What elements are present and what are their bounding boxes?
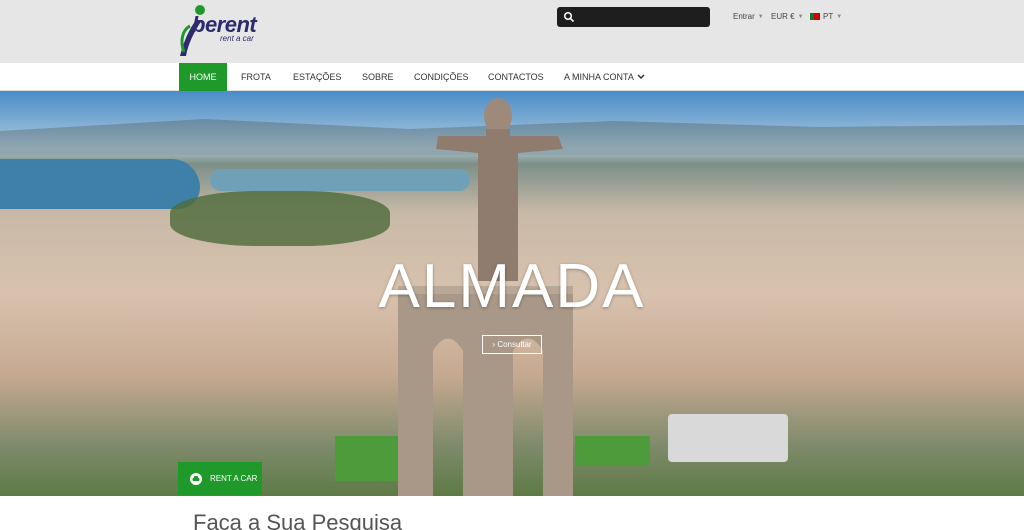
- language-dropdown[interactable]: PT ▼: [810, 12, 842, 21]
- chevron-right-icon: ›: [492, 340, 496, 349]
- language-label: PT: [823, 12, 834, 21]
- chevron-down-icon: [637, 74, 645, 80]
- login-dropdown[interactable]: Entrar ▼: [733, 12, 764, 21]
- consultar-label: Consultar: [497, 340, 532, 349]
- nav-item-frota[interactable]: FROTA: [241, 63, 271, 91]
- logo-tagline: rent a car: [220, 34, 254, 43]
- football-field: [575, 436, 650, 466]
- car-icon: [190, 472, 202, 485]
- search-input[interactable]: [579, 9, 704, 25]
- nav-item-estacoes[interactable]: ESTAÇÕES: [293, 63, 341, 91]
- currency-label: EUR €: [771, 12, 795, 21]
- nav-item-contactos[interactable]: CONTACTOS: [488, 63, 544, 91]
- park-area: [170, 191, 390, 246]
- consultar-button[interactable]: › Consultar: [482, 335, 542, 354]
- nav-item-label: A MINHA CONTA: [564, 72, 634, 82]
- login-label: Entrar: [733, 12, 755, 21]
- nav-item-sobre[interactable]: SOBRE: [362, 63, 394, 91]
- hero-banner: ALMADA › Consultar RENT A CAR: [0, 91, 1024, 496]
- search-section-title: Faça a Sua Pesquisa: [193, 510, 403, 530]
- nav-item-condicoes[interactable]: CONDIÇÕES: [414, 63, 469, 91]
- nav-item-minha-conta[interactable]: A MINHA CONTA: [564, 63, 645, 91]
- chevron-down-icon: ▼: [797, 13, 804, 20]
- main-nav: HOME FROTA ESTAÇÕES SOBRE CONDIÇÕES CONT…: [0, 63, 1024, 91]
- currency-dropdown[interactable]: EUR € ▼: [771, 12, 804, 21]
- logo[interactable]: berent rent a car: [176, 4, 276, 60]
- stadium: [668, 414, 788, 462]
- portugal-flag-icon: [810, 13, 820, 20]
- chevron-down-icon: ▼: [757, 13, 764, 20]
- search-icon[interactable]: [563, 11, 575, 23]
- search-box[interactable]: [557, 7, 710, 27]
- river-water: [0, 159, 200, 209]
- rent-a-car-label: RENT A CAR: [210, 474, 258, 483]
- nav-item-home[interactable]: HOME: [179, 63, 227, 91]
- hero-title: ALMADA: [378, 252, 646, 321]
- rent-a-car-button[interactable]: RENT A CAR: [178, 462, 262, 495]
- chevron-down-icon: ▼: [836, 13, 843, 20]
- top-header: berent rent a car Entrar ▼ EUR € ▼ PT ▼: [0, 0, 1024, 63]
